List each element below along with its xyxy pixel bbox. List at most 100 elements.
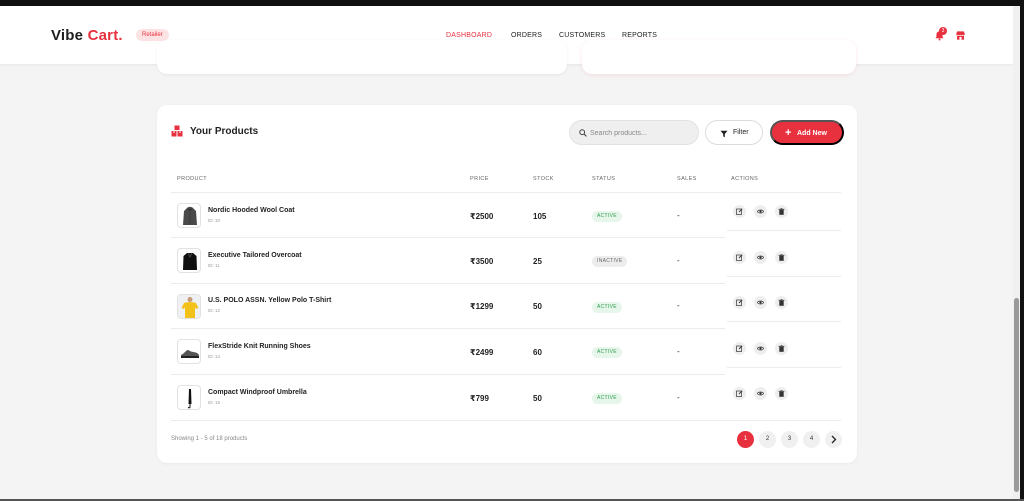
status-badge: ACTIVE [592, 393, 622, 404]
product-price: ₹799 [470, 394, 489, 403]
status-badge: INACTIVE [592, 256, 628, 267]
product-stock: 105 [533, 212, 547, 221]
delete-button[interactable] [775, 251, 788, 264]
edit-button[interactable] [733, 251, 746, 264]
notification-count-badge: 3 [939, 27, 947, 35]
eye-icon [757, 300, 764, 305]
row-divider [171, 374, 725, 375]
product-sales: - [677, 256, 680, 265]
delete-button[interactable] [775, 205, 788, 218]
window-right-edge [1020, 0, 1024, 501]
column-header-price: PRICE [470, 176, 489, 182]
product-id: ID: 15 [208, 400, 221, 405]
brand-logo[interactable]: Vibe Cart. [51, 27, 123, 44]
product-price: ₹2500 [470, 212, 494, 221]
edit-button[interactable] [733, 342, 746, 355]
trash-icon [778, 208, 785, 215]
coat-icon [177, 203, 201, 228]
view-button[interactable] [754, 205, 767, 218]
trash-icon [778, 254, 785, 261]
scrollbar-thumb[interactable] [1014, 298, 1019, 492]
overcoat-icon [177, 248, 201, 273]
row-divider [171, 420, 841, 421]
role-badge: Retailer [136, 29, 169, 41]
product-price: ₹2499 [470, 348, 494, 357]
row-divider [727, 367, 841, 368]
edit-button[interactable] [733, 296, 746, 309]
row-divider [171, 283, 725, 284]
column-header-stock: STOCK [533, 176, 554, 182]
page-button-1[interactable]: 1 [737, 431, 754, 448]
edit-button[interactable] [733, 205, 746, 218]
delete-button[interactable] [775, 296, 788, 309]
eye-icon [757, 255, 764, 260]
dashboard-card [582, 40, 856, 74]
filter-label: Filter [733, 129, 749, 136]
add-new-label: Add New [797, 130, 827, 137]
brand-name-part2: Cart. [87, 27, 123, 44]
column-header-product: PRODUCT [177, 176, 207, 182]
next-page-button[interactable] [825, 431, 842, 448]
product-id: ID: 10 [208, 218, 221, 223]
shoe-icon [177, 339, 201, 364]
column-header-sales: SALES [677, 176, 697, 182]
product-search [569, 120, 699, 145]
plus-icon: + [785, 127, 792, 139]
view-button[interactable] [754, 342, 767, 355]
filter-icon [720, 130, 728, 138]
product-stock: 50 [533, 394, 542, 403]
product-stock: 50 [533, 302, 542, 311]
umbrella-icon [177, 385, 201, 410]
row-divider [727, 276, 841, 277]
view-button[interactable] [754, 251, 767, 264]
nav-orders[interactable]: ORDERS [511, 32, 542, 39]
trash-icon [778, 390, 785, 397]
product-name: Executive Tailored Overcoat [208, 252, 302, 259]
boxes-icon [171, 125, 183, 137]
eye-icon [757, 391, 764, 396]
brand-name-part1: Vibe [51, 27, 88, 44]
page-scrollbar[interactable] [1013, 6, 1020, 501]
dashboard-card [157, 40, 567, 74]
edit-button[interactable] [733, 387, 746, 400]
product-id: ID: 12 [208, 308, 221, 313]
product-price: ₹3500 [470, 257, 494, 266]
nav-dashboard[interactable]: DASHBOARD [446, 32, 493, 44]
product-id: ID: 11 [208, 263, 220, 268]
product-sales: - [677, 301, 680, 310]
view-button[interactable] [754, 387, 767, 400]
pagination-summary: Showing 1 - 5 of 18 products [171, 436, 248, 442]
product-stock: 60 [533, 348, 542, 357]
nav-reports[interactable]: REPORTS [622, 32, 657, 39]
eye-icon [757, 346, 764, 351]
delete-button[interactable] [775, 387, 788, 400]
page-button-2[interactable]: 2 [759, 431, 776, 448]
chevron-right-icon [831, 435, 837, 444]
trash-icon [778, 345, 785, 352]
product-name: Compact Windproof Umbrella [208, 389, 307, 396]
product-id: ID: 14 [208, 354, 221, 359]
edit-icon [736, 299, 743, 306]
edit-icon [736, 345, 743, 352]
filter-button[interactable]: Filter [705, 120, 763, 145]
status-badge: ACTIVE [592, 302, 622, 313]
product-price: ₹1299 [470, 302, 494, 311]
page-button-4[interactable]: 4 [803, 431, 820, 448]
page-button-3[interactable]: 3 [781, 431, 798, 448]
view-button[interactable] [754, 296, 767, 309]
store-icon[interactable] [955, 30, 966, 41]
edit-icon [736, 390, 743, 397]
add-new-button[interactable]: + Add New [770, 120, 844, 145]
product-sales: - [677, 211, 680, 220]
product-name: FlexStride Knit Running Shoes [208, 343, 311, 350]
search-input[interactable] [590, 126, 694, 140]
delete-button[interactable] [775, 342, 788, 355]
column-header-status: STATUS [592, 176, 616, 182]
trash-icon [778, 299, 785, 306]
column-header-actions: ACTIONS [731, 176, 759, 182]
search-icon [579, 129, 587, 137]
edit-icon [736, 208, 743, 215]
row-divider [727, 321, 841, 322]
nav-customers[interactable]: CUSTOMERS [559, 32, 605, 39]
row-divider [171, 237, 725, 238]
